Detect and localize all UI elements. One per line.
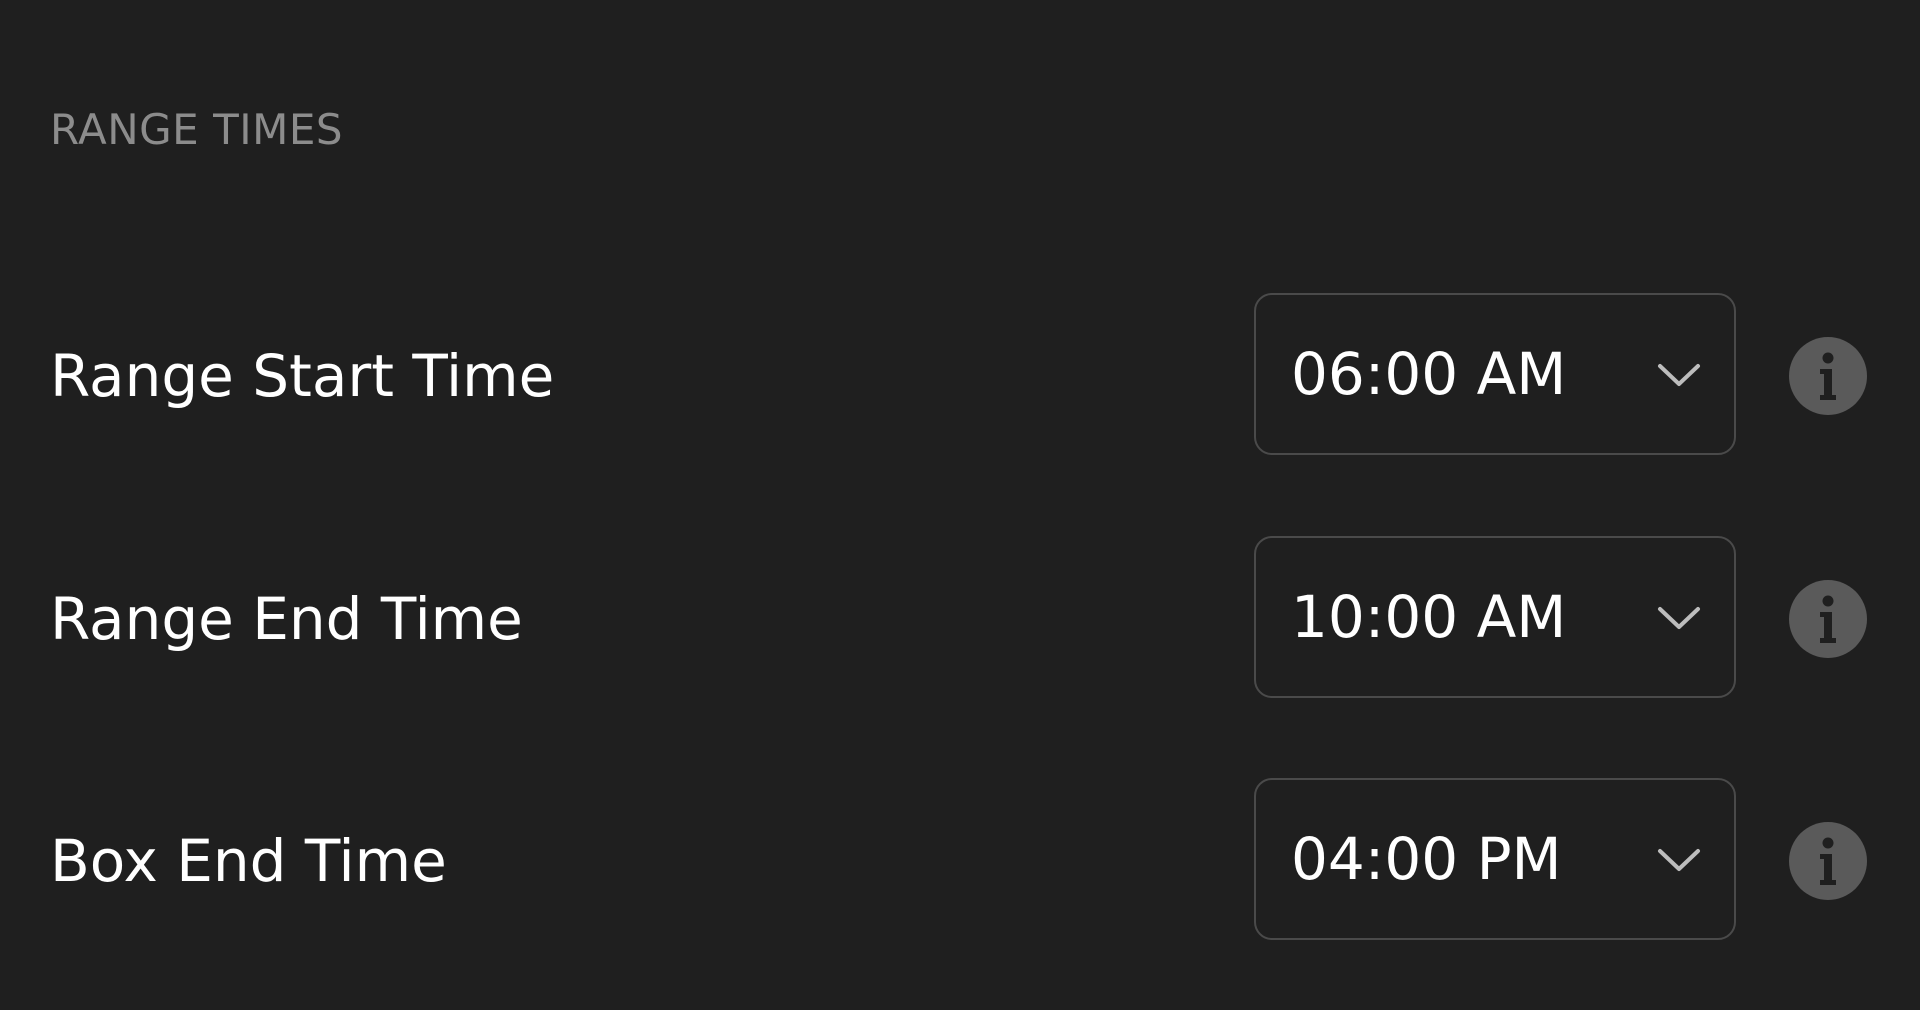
info-icon[interactable] bbox=[1789, 822, 1867, 900]
chevron-down-icon bbox=[1658, 364, 1700, 386]
chevron-down-icon bbox=[1658, 849, 1700, 871]
info-icon[interactable] bbox=[1789, 580, 1867, 658]
box-end-time-row: Box End Time 04:00 PM bbox=[0, 778, 1920, 944]
chevron-down-icon bbox=[1658, 607, 1700, 629]
range-start-time-select[interactable]: 06:00 AM bbox=[1254, 293, 1736, 455]
box-end-time-value: 04:00 PM bbox=[1291, 825, 1562, 893]
box-end-time-select[interactable]: 04:00 PM bbox=[1254, 778, 1736, 940]
range-end-time-label: Range End Time bbox=[50, 585, 523, 653]
range-end-time-select[interactable]: 10:00 AM bbox=[1254, 536, 1736, 698]
range-start-time-value: 06:00 AM bbox=[1291, 340, 1567, 408]
box-end-time-label: Box End Time bbox=[50, 827, 447, 895]
range-end-time-row: Range End Time 10:00 AM bbox=[0, 536, 1920, 702]
section-heading: RANGE TIMES bbox=[50, 105, 344, 154]
range-end-time-value: 10:00 AM bbox=[1291, 583, 1567, 651]
range-start-time-label: Range Start Time bbox=[50, 342, 555, 410]
range-times-panel: RANGE TIMES Range Start Time 06:00 AM Ra… bbox=[0, 0, 1920, 1010]
range-start-time-row: Range Start Time 06:00 AM bbox=[0, 293, 1920, 459]
info-icon[interactable] bbox=[1789, 337, 1867, 415]
